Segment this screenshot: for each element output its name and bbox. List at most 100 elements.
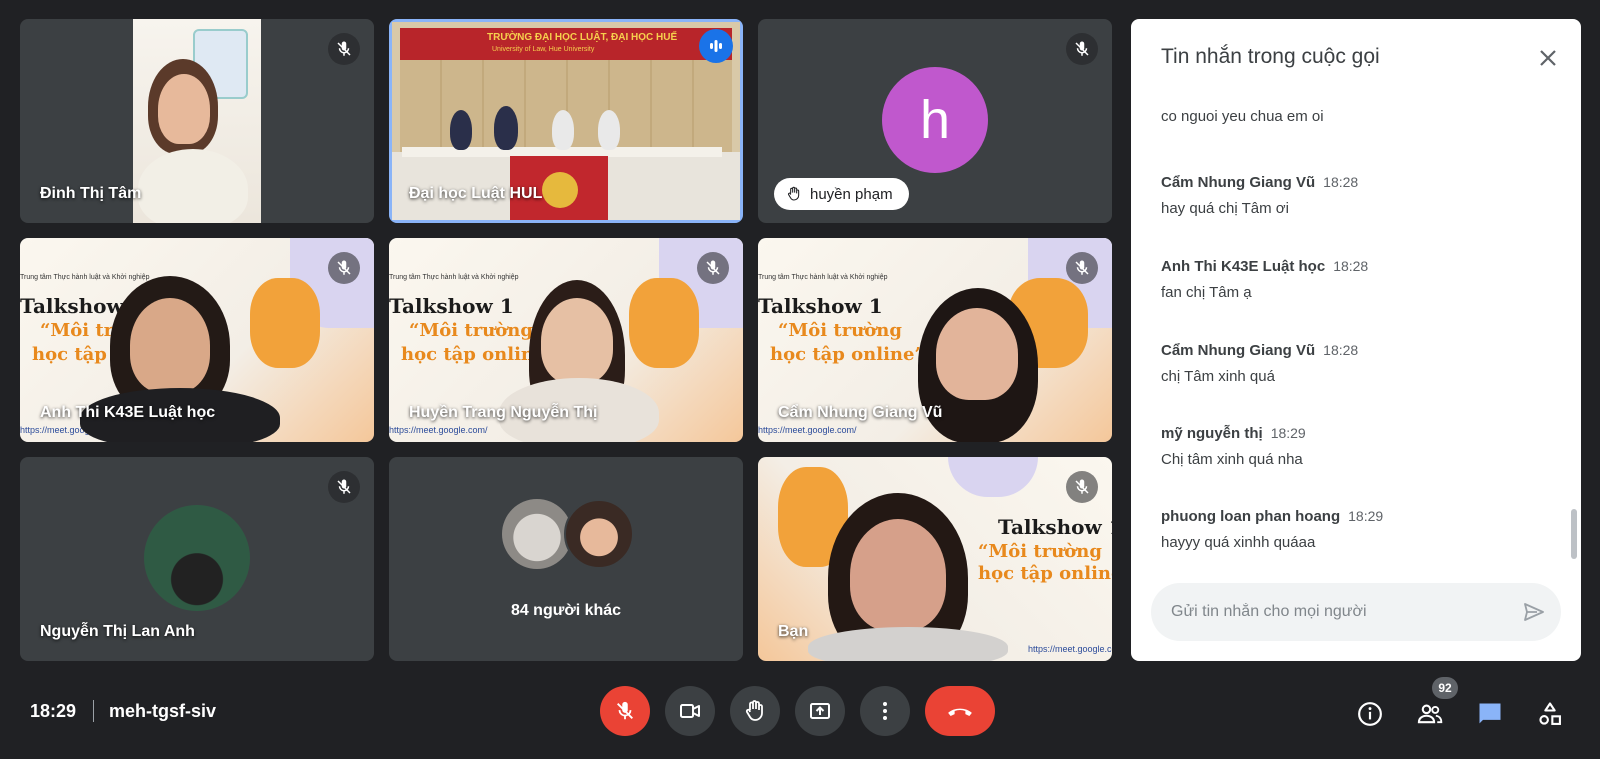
poster-url: https://meet.google.com/: [758, 425, 857, 435]
participant-name: Huyền Trang Nguyễn Thị: [409, 404, 598, 421]
poster-line1: “Môi trường: [978, 541, 1102, 562]
raised-hand-label: huyền phạm: [774, 178, 909, 210]
people-icon: [1417, 704, 1443, 724]
raise-hand-button[interactable]: [730, 686, 780, 736]
meeting-time: 18:29: [30, 701, 77, 721]
camera-icon: [680, 704, 700, 718]
more-options-button[interactable]: [860, 686, 910, 736]
message-sender: Anh Thi K43E Luật học: [1161, 258, 1326, 275]
participant-name: Đinh Thị Tâm: [40, 185, 142, 202]
participant-tile-huyen-pham[interactable]: h huyền phạm: [758, 19, 1112, 223]
chat-icon: [1479, 703, 1501, 724]
meeting-details-button[interactable]: [1350, 694, 1390, 734]
message-text: co nguoi yeu chua em oi: [1161, 108, 1324, 125]
avatar: [144, 505, 250, 611]
avatar: h: [882, 67, 988, 173]
message-time: 18:29: [1270, 425, 1306, 441]
participant-tile-cam-nhung[interactable]: Trung tâm Thực hành luật và Khởi nghiệp …: [758, 238, 1112, 442]
participant-tile-dai-hoc-luat[interactable]: TRƯỜNG ĐẠI HỌC LUẬT, ĐẠI HỌC HUẾ Univers…: [389, 19, 743, 223]
muted-mic-icon: [328, 471, 360, 503]
chat-messages[interactable]: co nguoi yeu chua em oi Cẩm Nhung Giang …: [1161, 94, 1561, 571]
participant-tile-huyen-trang[interactable]: Trung tâm Thực hành luật và Khởi nghiệp …: [389, 238, 743, 442]
participant-tile-anh-thi[interactable]: Trung tâm Thực hành luật và Khởi nghiệp …: [20, 238, 374, 442]
end-call-icon: [948, 708, 972, 716]
muted-mic-icon: [1066, 471, 1098, 503]
participants-button[interactable]: [1410, 694, 1450, 734]
leave-call-button[interactable]: [925, 686, 995, 736]
message-text: fan chị Tâm ạ: [1161, 284, 1252, 301]
chat-scrollbar[interactable]: [1571, 509, 1577, 559]
chat-message: Cẩm Nhung Giang Vũ 18:28 chị Tâm xinh quá: [1161, 342, 1561, 385]
poster-title: Talkshow 1: [998, 515, 1112, 539]
participant-count-badge: 92: [1432, 677, 1458, 699]
chat-message: mỹ nguyễn thị 18:29 Chị tâm xinh quá nha: [1161, 425, 1561, 468]
participant-name: Đại học Luật HUL: [409, 185, 543, 202]
participant-tile-dinh-thi-tam[interactable]: Đinh Thị Tâm: [20, 19, 374, 223]
present-screen-button[interactable]: [795, 686, 845, 736]
message-text: hayyy quá xinhh quáaa: [1161, 534, 1316, 551]
meeting-code: meh-tgsf-siv: [109, 701, 217, 721]
poster-line1: “Môi trường: [778, 320, 902, 341]
muted-mic-icon: [328, 252, 360, 284]
participant-name: Bạn: [778, 623, 809, 640]
participant-name: huyền phạm: [810, 185, 893, 203]
avatar: [564, 499, 634, 569]
participant-name: Anh Thi K43E Luật học: [40, 404, 216, 421]
message-time: 18:28: [1333, 258, 1369, 274]
poster-org-text: Trung tâm Thực hành luật và Khởi nghiệp: [389, 274, 519, 281]
message-time: 18:28: [1323, 342, 1359, 358]
chat-input-box: [1151, 583, 1561, 641]
mic-off-icon: [617, 701, 633, 720]
chat-message: phuong loan phan hoang 18:29 hayyy quá xi…: [1161, 508, 1561, 551]
camera-button[interactable]: [665, 686, 715, 736]
participant-tile-lan-anh[interactable]: Nguyễn Thị Lan Anh: [20, 457, 374, 661]
message-time: 18:29: [1348, 508, 1384, 524]
poster-title: Talkshow 1: [758, 294, 883, 318]
chat-message-input[interactable]: [1171, 583, 1501, 641]
others-count: 84 người khác: [510, 602, 622, 619]
poster-title: Talkshow 1: [389, 294, 514, 318]
message-text: chị Tâm xinh quá: [1161, 368, 1275, 385]
poster-line2: học tập online”: [770, 344, 925, 365]
activities-button[interactable]: [1530, 694, 1570, 734]
poster-org-text: Trung tâm Thực hành luật và Khởi nghiệp: [758, 274, 888, 281]
more-vert-icon: [883, 702, 887, 720]
send-icon: [1524, 603, 1544, 621]
activities-icon: [1539, 702, 1561, 725]
participant-name: Nguyễn Thị Lan Anh: [40, 623, 195, 640]
message-time: 18:28: [1323, 174, 1359, 190]
muted-mic-icon: [1066, 33, 1098, 65]
close-icon: [1540, 50, 1556, 66]
poster-line2: học tập online”: [978, 563, 1112, 584]
poster-url: https://meet.google.com/: [1028, 644, 1112, 654]
participant-video: [133, 19, 261, 223]
muted-mic-icon: [328, 33, 360, 65]
chat-message: Cẩm Nhung Giang Vũ 18:28 hay quá chị Tâm …: [1161, 174, 1561, 217]
microphone-button[interactable]: [600, 686, 650, 736]
muted-mic-icon: [1066, 252, 1098, 284]
chat-message: co nguoi yeu chua em oi: [1161, 108, 1561, 125]
message-text: Chị tâm xinh quá nha: [1161, 451, 1303, 468]
poster-line1: “Môi trường: [409, 320, 533, 341]
participant-tile-self[interactable]: Talkshow 1 “Môi trường học tập online” h…: [758, 457, 1112, 661]
poster-org-text: Trung tâm Thực hành luật và Khởi nghiệp: [20, 274, 150, 281]
divider: [93, 700, 94, 722]
message-text: hay quá chị Tâm ơi: [1161, 200, 1289, 217]
avatar: [502, 499, 572, 569]
participant-name: Cẩm Nhung Giang Vũ: [778, 404, 943, 421]
raise-hand-icon: [745, 700, 763, 721]
close-chat-button[interactable]: [1535, 45, 1561, 71]
message-sender: Cẩm Nhung Giang Vũ: [1161, 342, 1316, 359]
send-message-button[interactable]: [1519, 597, 1549, 627]
chat-panel: Tin nhắn trong cuộc gọi co nguoi yeu chu…: [1131, 19, 1581, 661]
others-tile[interactable]: 84 người khác: [389, 457, 743, 661]
info-icon: [1358, 702, 1382, 726]
message-sender: phuong loan phan hoang: [1161, 508, 1341, 525]
message-sender: Cẩm Nhung Giang Vũ: [1161, 174, 1316, 191]
poster-url: https://meet.google.com/: [389, 425, 488, 435]
raise-hand-icon: [788, 186, 800, 201]
chat-message: Anh Thi K43E Luật học 18:28 fan chị Tâm ạ: [1161, 258, 1561, 301]
message-sender: mỹ nguyễn thị: [1161, 425, 1263, 442]
speaking-indicator-icon: [699, 29, 733, 63]
chat-button[interactable]: [1470, 694, 1510, 734]
